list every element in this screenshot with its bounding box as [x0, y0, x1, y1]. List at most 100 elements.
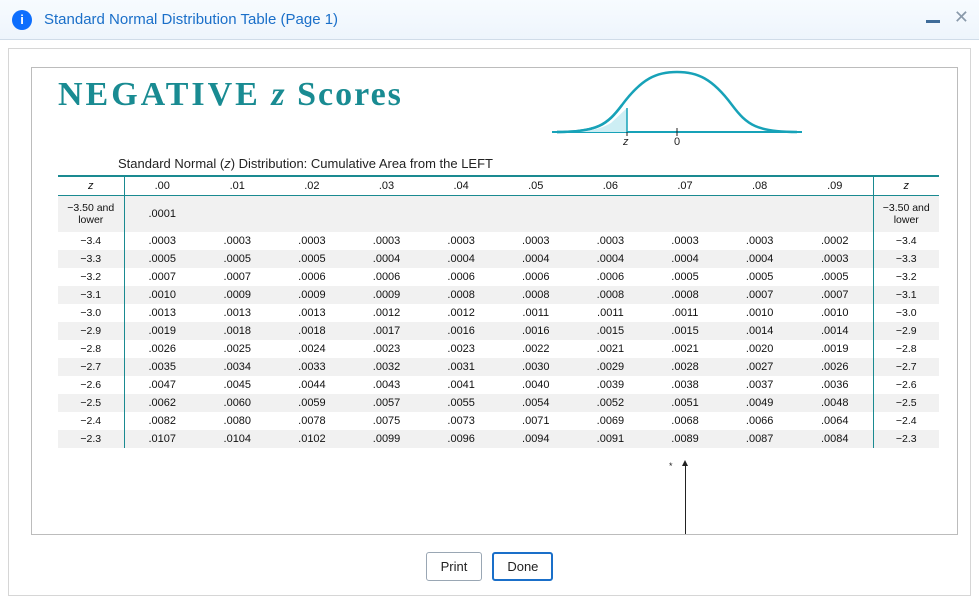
cell: .0016 — [424, 322, 499, 340]
cell: .0064 — [797, 412, 873, 430]
cell: .0004 — [349, 250, 424, 268]
cell: .0036 — [797, 376, 873, 394]
cell: .0025 — [200, 340, 275, 358]
cell: .0075 — [349, 412, 424, 430]
table-row: −2.3.0107.0104.0102.0099.0096.0094.0091.… — [58, 430, 939, 448]
cell: .0001 — [124, 196, 200, 233]
cell: .0015 — [573, 322, 648, 340]
col-header: .07 — [648, 176, 723, 196]
cell: .0068 — [648, 412, 723, 430]
cell: .0018 — [275, 322, 350, 340]
col-header: .01 — [200, 176, 275, 196]
table-row: −2.5.0062.0060.0059.0057.0055.0054.0052.… — [58, 394, 939, 412]
table-row: −3.0.0013.0013.0013.0012.0012.0011.0011.… — [58, 304, 939, 322]
col-header: .00 — [124, 176, 200, 196]
cell: .0047 — [124, 376, 200, 394]
cell: .0051 — [648, 394, 723, 412]
cell: .0005 — [797, 268, 873, 286]
table-caption: Standard Normal (z) Distribution: Cumula… — [118, 156, 939, 171]
cell — [498, 196, 573, 233]
close-icon[interactable]: ✕ — [954, 8, 969, 26]
minimize-icon[interactable] — [926, 20, 940, 23]
row-label-left: −2.9 — [58, 322, 124, 340]
col-header: .09 — [797, 176, 873, 196]
cell — [275, 196, 350, 233]
cell: .0005 — [722, 268, 797, 286]
z-table-head: z.00.01.02.03.04.05.06.07.08.09z — [58, 176, 939, 196]
cell: .0048 — [797, 394, 873, 412]
z-table: z.00.01.02.03.04.05.06.07.08.09z −3.50 a… — [58, 175, 939, 448]
cell: .0030 — [498, 358, 573, 376]
cell: .0038 — [648, 376, 723, 394]
cell: .0023 — [349, 340, 424, 358]
cell: .0082 — [124, 412, 200, 430]
cell: .0005 — [200, 250, 275, 268]
cell: .0003 — [498, 232, 573, 250]
col-header: .04 — [424, 176, 499, 196]
cell: .0003 — [124, 232, 200, 250]
cell: .0003 — [275, 232, 350, 250]
cell — [349, 196, 424, 233]
cell: .0026 — [797, 358, 873, 376]
cell: .0019 — [124, 322, 200, 340]
cell: .0041 — [424, 376, 499, 394]
cell: .0015 — [648, 322, 723, 340]
cell — [200, 196, 275, 233]
cell: .0002 — [797, 232, 873, 250]
cell: .0012 — [349, 304, 424, 322]
row-label-right: −3.4 — [873, 232, 939, 250]
cell: .0024 — [275, 340, 350, 358]
cell: .0017 — [349, 322, 424, 340]
cell: .0066 — [722, 412, 797, 430]
col-header: .06 — [573, 176, 648, 196]
table-row: −2.4.0082.0080.0078.0075.0073.0071.0069.… — [58, 412, 939, 430]
col-header: .05 — [498, 176, 573, 196]
row-label-right: −3.50 and lower — [873, 196, 939, 233]
cell: .0014 — [797, 322, 873, 340]
titlebar: i Standard Normal Distribution Table (Pa… — [0, 0, 979, 40]
row-label-left: −3.50 and lower — [58, 196, 124, 233]
cell: .0005 — [275, 250, 350, 268]
cell — [648, 196, 723, 233]
cell: .0059 — [275, 394, 350, 412]
cell: .0013 — [275, 304, 350, 322]
cell: .0089 — [648, 430, 723, 448]
done-button[interactable]: Done — [492, 552, 553, 581]
row-label-left: −2.4 — [58, 412, 124, 430]
cell: .0107 — [124, 430, 200, 448]
content-frame: NEGATIVE z Scores z 0 Standard Normal (z… — [8, 48, 971, 596]
row-label-left: −2.6 — [58, 376, 124, 394]
cell: .0087 — [722, 430, 797, 448]
cell: .0010 — [797, 304, 873, 322]
cell — [797, 196, 873, 233]
print-button[interactable]: Print — [426, 552, 483, 581]
col-header: .08 — [722, 176, 797, 196]
cell: .0007 — [722, 286, 797, 304]
cell — [722, 196, 797, 233]
cell: .0055 — [424, 394, 499, 412]
heading-z: z — [261, 76, 297, 113]
document-viewport[interactable]: NEGATIVE z Scores z 0 Standard Normal (z… — [31, 67, 958, 535]
row-label-right: −2.8 — [873, 340, 939, 358]
cell: .0035 — [124, 358, 200, 376]
cell: .0008 — [573, 286, 648, 304]
cell: .0084 — [797, 430, 873, 448]
row-label-left: −3.1 — [58, 286, 124, 304]
cell: .0011 — [648, 304, 723, 322]
cell — [573, 196, 648, 233]
row-label-right: −2.6 — [873, 376, 939, 394]
cell: .0003 — [722, 232, 797, 250]
arrow-line-icon — [685, 466, 686, 535]
cell: .0032 — [349, 358, 424, 376]
cell: .0054 — [498, 394, 573, 412]
cell: .0052 — [573, 394, 648, 412]
cell: .0003 — [424, 232, 499, 250]
cell: .0016 — [498, 322, 573, 340]
row-label-right: −3.1 — [873, 286, 939, 304]
row-label-left: −2.7 — [58, 358, 124, 376]
cell: .0010 — [722, 304, 797, 322]
row-label-right: −2.9 — [873, 322, 939, 340]
cell: .0091 — [573, 430, 648, 448]
cell: .0028 — [648, 358, 723, 376]
cell: .0006 — [573, 268, 648, 286]
